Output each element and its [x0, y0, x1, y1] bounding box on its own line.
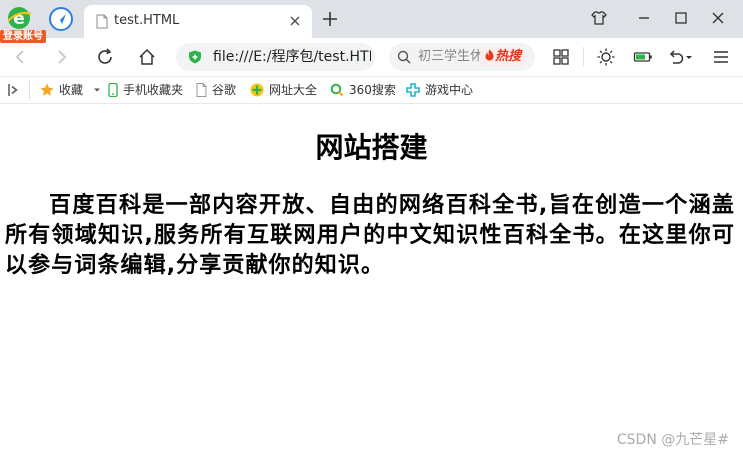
- battery-icon[interactable]: [633, 47, 653, 67]
- apps-grid-icon[interactable]: [551, 47, 571, 67]
- chevron-down-icon[interactable]: [684, 47, 694, 67]
- chevron-down-icon: [94, 88, 100, 92]
- bookmark-mobile-favorites[interactable]: 手机收藏夹: [108, 81, 186, 99]
- navigation-compass-icon[interactable]: [48, 6, 74, 32]
- window-close-icon[interactable]: [709, 9, 727, 27]
- page-title: 网站搭建: [315, 131, 428, 164]
- game-puzzle-icon: [406, 83, 420, 97]
- bookmark-label: 谷歌: [212, 83, 237, 97]
- bookmark-game-center[interactable]: 游戏中心: [406, 81, 478, 99]
- bookmarks-divider: [29, 80, 30, 100]
- login-account-badge[interactable]: 登录账号: [0, 30, 46, 43]
- address-bar[interactable]: file:///E:/程序包/test.HTML: [176, 43, 375, 71]
- toolbar-divider: [583, 47, 584, 67]
- search-placeholder: 初三学生休: [418, 49, 484, 64]
- hot-search-badge[interactable]: 热搜: [479, 48, 528, 66]
- flame-icon: [485, 49, 494, 61]
- refresh-icon[interactable]: [95, 47, 115, 67]
- phone-icon: [108, 83, 118, 97]
- minimize-icon[interactable]: [635, 9, 653, 27]
- bookmark-google[interactable]: 谷歌: [196, 81, 240, 99]
- search-360-icon: [330, 83, 344, 97]
- browser-toolbar: file:///E:/程序包/test.HTML 初三学生休 热搜: [0, 38, 743, 77]
- menu-hamburger-icon[interactable]: [711, 47, 731, 67]
- bookmark-360-search[interactable]: 360搜索: [330, 81, 398, 99]
- new-tab-plus-icon[interactable]: [322, 11, 338, 27]
- star-icon: [40, 83, 54, 96]
- page-paragraph: 百度百科是一部内容开放、自由的网络百科全书,旨在创造一个涵盖所有领域知识,服务所…: [5, 193, 735, 278]
- search-box[interactable]: 初三学生休 热搜: [389, 43, 535, 71]
- maximize-icon[interactable]: [672, 9, 690, 27]
- page-icon: [196, 83, 207, 97]
- bookmark-label: 网址大全: [269, 83, 318, 97]
- close-icon[interactable]: [288, 14, 302, 28]
- shield-secure-icon: [189, 50, 201, 64]
- file-icon: [96, 14, 108, 29]
- home-icon[interactable]: [137, 47, 157, 67]
- hot-search-label: 热搜: [495, 49, 522, 64]
- brightness-sun-icon[interactable]: [596, 47, 616, 67]
- bookmark-favorites[interactable]: 收藏: [40, 81, 100, 99]
- bookmarks-bar: 收藏 手机收藏夹 谷歌 网址大全 360搜索 游戏中心: [0, 77, 743, 104]
- undo-icon[interactable]: [666, 47, 686, 67]
- csdn-watermark: CSDN @九芒星#: [616, 432, 729, 448]
- back-arrow-icon[interactable]: [10, 47, 30, 67]
- forward-arrow-icon[interactable]: [52, 47, 72, 67]
- bookmark-label: 游戏中心: [425, 83, 474, 97]
- browser-tab-bar: e 登录账号 test.HTML: [0, 0, 743, 43]
- browser-logo-icon[interactable]: e: [6, 5, 32, 31]
- bookmark-label: 360搜索: [349, 83, 396, 97]
- tab-test-html[interactable]: test.HTML: [84, 5, 312, 38]
- address-url[interactable]: file:///E:/程序包/test.HTML: [213, 48, 371, 66]
- bookmark-label: 手机收藏夹: [123, 83, 184, 97]
- search-icon: [397, 50, 411, 64]
- bookmark-url-directory[interactable]: 网址大全: [250, 81, 320, 99]
- bookmark-label: 收藏: [59, 83, 84, 97]
- directory-globe-icon: [250, 83, 264, 97]
- sidebar-toggle-icon[interactable]: [8, 83, 20, 97]
- tab-title: test.HTML: [114, 13, 180, 28]
- skin-shirt-icon[interactable]: [590, 9, 608, 27]
